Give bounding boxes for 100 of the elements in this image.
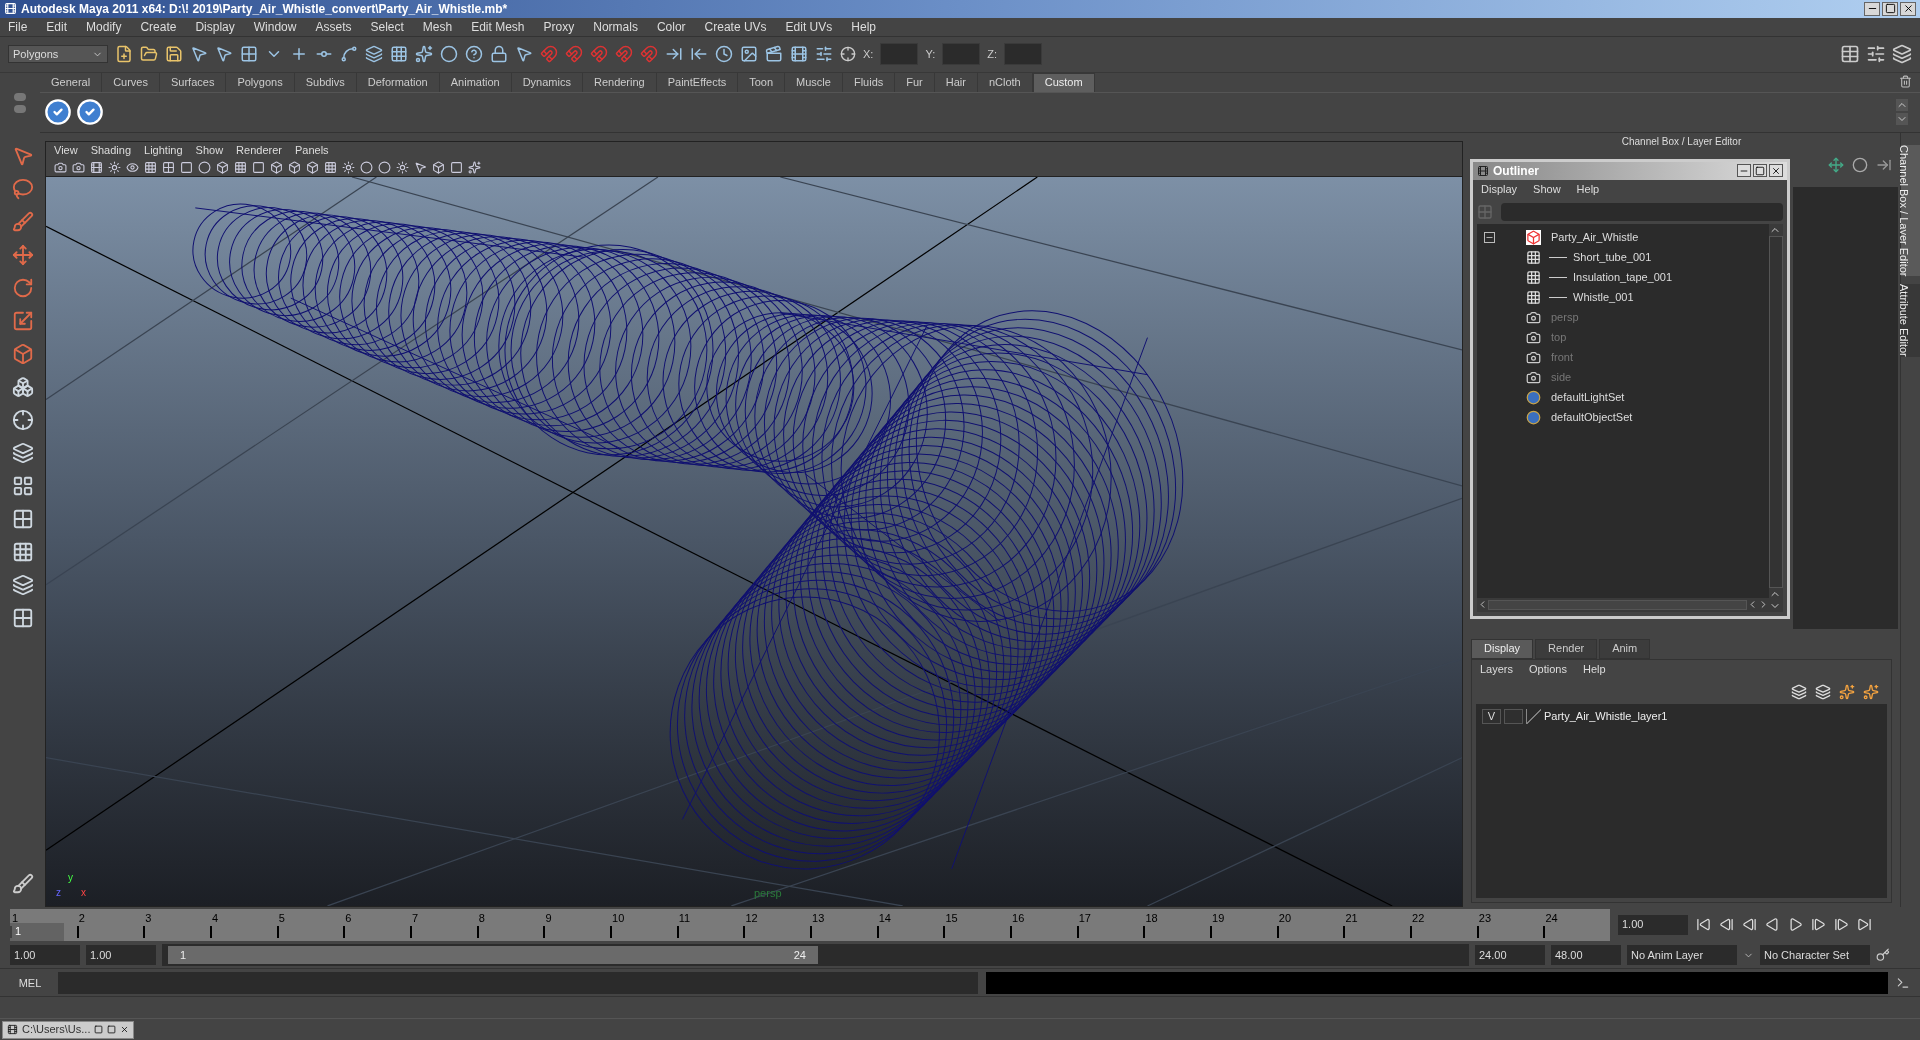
panel-menu-item[interactable]: Panels: [294, 141, 329, 159]
panel-menu-item[interactable]: Lighting: [144, 141, 183, 159]
paint-effects-icon[interactable]: [11, 872, 34, 895]
shelf-tab[interactable]: Dynamics: [511, 72, 583, 92]
transform-icon[interactable]: [840, 46, 856, 63]
help-icon[interactable]: [465, 45, 483, 64]
step-back-key-icon[interactable]: [1742, 917, 1757, 933]
playback-start-field[interactable]: 1.00: [86, 945, 156, 966]
viewport-tool-icon[interactable]: [216, 160, 229, 174]
shelf-tab[interactable]: Fluids: [842, 72, 896, 92]
end-time-field[interactable]: 48.00: [1551, 945, 1621, 966]
current-time-field[interactable]: 1.00: [1618, 914, 1688, 935]
shelf-tab[interactable]: Curves: [102, 72, 160, 92]
minimize-button[interactable]: [1864, 1, 1880, 16]
shelf-tab[interactable]: Subdivs: [294, 72, 357, 92]
vertical-scrollbar[interactable]: [1769, 235, 1783, 588]
shelf-tab[interactable]: Deformation: [356, 72, 440, 92]
playback-toggle[interactable]: [1504, 709, 1523, 725]
horizontal-scrollbar[interactable]: [1488, 599, 1747, 610]
menu-item[interactable]: Create: [140, 17, 177, 36]
viewport-tool-icon[interactable]: [144, 160, 157, 174]
step-back-icon[interactable]: [1719, 917, 1734, 933]
panel-menu-item[interactable]: View: [54, 141, 78, 159]
soft-mod-tool-icon[interactable]: [11, 375, 34, 398]
layer-editor-tab[interactable]: Display: [1471, 638, 1534, 659]
select-cursor-icon[interactable]: [190, 45, 208, 64]
start-time-field[interactable]: 1.00: [10, 945, 80, 966]
shelf-tab[interactable]: PaintEffects: [656, 72, 739, 92]
shelf-tab[interactable]: General: [40, 72, 103, 92]
minimize-button[interactable]: [1737, 164, 1751, 178]
attribute-editor-icon[interactable]: [1840, 44, 1860, 65]
coordinate-field[interactable]: [942, 43, 981, 66]
step-forward-key-icon[interactable]: [1811, 917, 1826, 933]
shelf-tab[interactable]: Toon: [738, 72, 786, 92]
single-view-icon[interactable]: [11, 441, 34, 464]
lasso-tool-icon[interactable]: [11, 177, 34, 200]
viewport-tool-icon[interactable]: [414, 160, 427, 174]
coordinate-field[interactable]: [1004, 43, 1042, 66]
menu-item[interactable]: Display: [195, 17, 235, 36]
new-layer-selected-icon[interactable]: [1863, 683, 1879, 700]
playback-end-field[interactable]: 24.00: [1475, 945, 1545, 966]
layer-menu-item[interactable]: Layers: [1480, 661, 1514, 678]
menu-item[interactable]: Window: [253, 17, 297, 36]
maximize-icon[interactable]: [107, 1025, 117, 1035]
layer-editor-tab[interactable]: Anim: [1599, 638, 1651, 659]
grid-cursor-icon[interactable]: [240, 45, 258, 64]
snap-plane-icon[interactable]: [365, 45, 383, 64]
menu-item[interactable]: Proxy: [543, 17, 575, 36]
menu-item[interactable]: Help: [851, 17, 876, 36]
menu-item[interactable]: Edit UVs: [785, 17, 833, 36]
panel-menu-item[interactable]: Renderer: [236, 141, 282, 159]
layout-icon[interactable]: [11, 540, 34, 563]
viewport-tool-icon[interactable]: [126, 160, 139, 174]
outliner-menu-item[interactable]: Display: [1481, 181, 1518, 198]
scroll-up-icon[interactable]: [1896, 99, 1908, 112]
minimized-window[interactable]: C:\Users\Us...: [2, 1020, 135, 1039]
last-tool-icon[interactable]: [11, 408, 34, 431]
layout-icon[interactable]: [11, 507, 34, 530]
ipr-render-icon[interactable]: [790, 45, 808, 64]
folder-icon[interactable]: [140, 45, 158, 64]
outliner-item[interactable]: Short_tube_001: [1573, 249, 1652, 266]
shelf-check-icon[interactable]: [76, 98, 104, 127]
viewport-tool-icon[interactable]: [198, 160, 211, 174]
layer-menu-item[interactable]: Help: [1582, 661, 1606, 678]
key-icon[interactable]: [1876, 948, 1890, 963]
outliner-menu-item[interactable]: Show: [1533, 181, 1561, 198]
coordinate-field[interactable]: [880, 43, 919, 66]
viewport-tool-icon[interactable]: [342, 160, 355, 174]
viewport-tool-icon[interactable]: [90, 160, 103, 174]
new-file-icon[interactable]: [115, 45, 133, 64]
outliner-item[interactable]: defaultLightSet: [1551, 389, 1625, 406]
snap-grid-icon[interactable]: [390, 45, 408, 64]
play-backward-icon[interactable]: [1765, 917, 1780, 933]
close-icon[interactable]: [120, 1025, 130, 1035]
collapse-toggle[interactable]: [1483, 232, 1495, 244]
menu-item[interactable]: Edit Mesh: [471, 17, 525, 36]
layout-icon[interactable]: [11, 573, 34, 596]
layer-menu-item[interactable]: Options: [1529, 661, 1567, 678]
viewport-tool-icon[interactable]: [288, 160, 301, 174]
maximize-button[interactable]: [1753, 164, 1767, 178]
search-field[interactable]: [1501, 202, 1783, 221]
viewport-tool-icon[interactable]: [324, 160, 337, 174]
viewport-tool-icon[interactable]: [306, 160, 319, 174]
script-editor-icon[interactable]: [1896, 975, 1910, 990]
viewport-tool-icon[interactable]: [162, 160, 175, 174]
shelf-tab[interactable]: nCloth: [977, 72, 1033, 92]
go-to-start-icon[interactable]: [1696, 917, 1711, 933]
shelf-tab[interactable]: Muscle: [785, 72, 843, 92]
paint-tool-icon[interactable]: [11, 210, 34, 233]
character-set-dropdown[interactable]: No Character Set: [1760, 945, 1870, 966]
manipulator-tool-icon[interactable]: [11, 342, 34, 365]
snap-points-icon[interactable]: [415, 45, 433, 64]
shelf-menu-handle[interactable]: [14, 92, 26, 101]
panel-menu-item[interactable]: Shading: [90, 141, 132, 159]
viewport-tool-icon[interactable]: [468, 160, 481, 174]
shelf-tab[interactable]: Polygons: [226, 72, 295, 92]
command-input-field[interactable]: [58, 971, 978, 994]
outliner-item[interactable]: Party_Air_Whistle: [1551, 229, 1639, 246]
step-forward-icon[interactable]: [1834, 917, 1849, 933]
snap-curve-icon[interactable]: [340, 45, 358, 64]
